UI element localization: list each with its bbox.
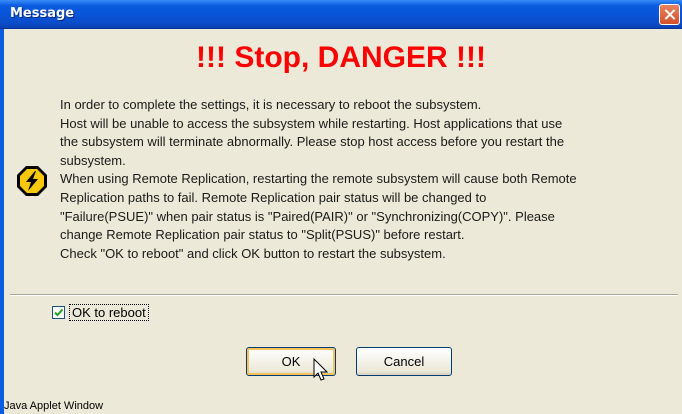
message-line: the subsystem will terminate abnormally.…	[60, 134, 565, 150]
message-line: Replication paths to fail. Remote Replic…	[60, 189, 487, 205]
mouse-pointer-icon	[313, 358, 329, 381]
danger-heading: !!! Stop, DANGER !!!	[196, 41, 486, 74]
lightning-warning-icon	[16, 165, 48, 197]
message-line: subsystem.	[60, 152, 126, 168]
ok-to-reboot-checkbox[interactable]	[52, 305, 65, 319]
ok-to-reboot-label[interactable]: OK to reboot	[69, 303, 149, 321]
cancel-button[interactable]: Cancel	[356, 347, 452, 376]
message-line: Check "OK to reboot" and click OK button…	[60, 245, 446, 261]
message-line: "Failure(PSUE)" when pair status is "Pai…	[60, 208, 555, 224]
message-line: In order to complete the settings, it is…	[60, 97, 482, 112]
separator	[10, 294, 678, 296]
window-title: Message	[10, 6, 75, 21]
window-border	[0, 29, 4, 414]
message-line: When using Remote Replication, restartin…	[60, 171, 577, 187]
close-icon[interactable]	[659, 4, 680, 25]
ok-to-reboot-checkbox-row[interactable]: OK to reboot	[52, 303, 149, 321]
message-text: In order to complete the settings, it is…	[60, 96, 660, 263]
message-line: Host will be unable to access the subsys…	[60, 115, 563, 131]
title-bar[interactable]: Message	[0, 0, 682, 29]
message-line: change Remote Replication pair status to…	[60, 227, 465, 243]
java-applet-footer: Java Applet Window	[4, 400, 104, 412]
